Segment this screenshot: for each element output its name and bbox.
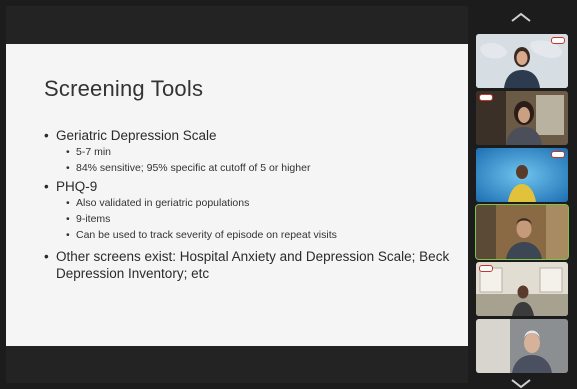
recording-badge-icon	[479, 265, 493, 272]
shared-screen-area: Screening Tools Geriatric Depression Sca…	[6, 6, 468, 383]
participant-video-tile[interactable]	[476, 91, 568, 145]
bullet-item: PHQ-9	[44, 178, 464, 195]
recording-badge-icon	[551, 151, 565, 158]
participant-video-tile[interactable]	[476, 34, 568, 88]
sub-bullet-item: Also validated in geriatric populations	[44, 195, 464, 211]
recording-badge-icon	[551, 37, 565, 44]
sub-bullet-item: Can be used to track severity of episode…	[44, 227, 464, 243]
chevron-down-icon[interactable]	[510, 378, 532, 389]
bullet-item: Geriatric Depression Scale	[44, 127, 464, 144]
sub-bullet-item: 9-items	[44, 211, 464, 227]
participant-gallery	[470, 0, 577, 389]
participant-video-tile[interactable]	[476, 148, 568, 202]
bullet-text: Other screens exist: Hospital Anxiety an…	[56, 249, 450, 264]
bullet-text-continued: Depression Inventory; etc	[56, 266, 210, 281]
participant-video-tile-active[interactable]	[475, 204, 569, 260]
recording-badge-icon	[479, 94, 493, 101]
sub-bullet-item: 84% sensitive; 95% specific at cutoff of…	[44, 160, 464, 176]
sub-bullet-item: 5-7 min	[44, 144, 464, 160]
participant-video-tile[interactable]	[476, 262, 568, 316]
participant-video-tile[interactable]	[476, 319, 568, 373]
presentation-slide: Screening Tools Geriatric Depression Sca…	[6, 44, 468, 346]
slide-bullet-list: Geriatric Depression Scale 5-7 min 84% s…	[44, 127, 464, 282]
bullet-item: Other screens exist: Hospital Anxiety an…	[44, 248, 464, 282]
slide-title: Screening Tools	[44, 76, 204, 101]
meeting-window: Screening Tools Geriatric Depression Sca…	[0, 0, 577, 389]
chevron-up-icon[interactable]	[510, 11, 532, 23]
